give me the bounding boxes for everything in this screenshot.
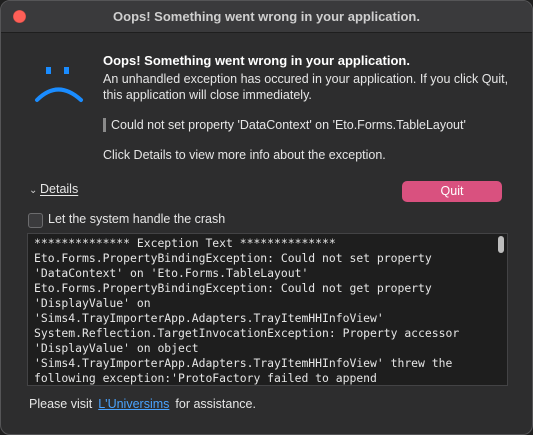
universims-link[interactable]: L'Universims xyxy=(98,397,169,411)
footer: Please visit L'Universims for assistance. xyxy=(29,397,256,411)
system-handle-checkbox[interactable] xyxy=(28,213,43,228)
title-bar: Oops! Something went wrong in your appli… xyxy=(1,1,532,33)
dialog-heading: Oops! Something went wrong in your appli… xyxy=(103,53,410,68)
chevron-down-icon: ⌄ xyxy=(29,185,38,196)
error-quote-bar xyxy=(103,118,106,132)
dialog-description: An unhandled exception has occured in yo… xyxy=(103,72,509,102)
window-title: Oops! Something went wrong in your appli… xyxy=(113,9,420,24)
quit-button[interactable]: Quit xyxy=(402,181,502,202)
sad-face-icon xyxy=(35,67,83,102)
exception-text[interactable]: ************** Exception Text **********… xyxy=(28,234,494,385)
crash-dialog-window: Oops! Something went wrong in your appli… xyxy=(0,0,533,435)
details-label: Details xyxy=(40,182,79,196)
error-message: Could not set property 'DataContext' on … xyxy=(111,118,466,132)
footer-suffix: for assistance. xyxy=(175,397,256,411)
details-hint: Click Details to view more info about th… xyxy=(103,148,386,162)
footer-prefix: Please visit xyxy=(29,397,93,411)
details-toggle[interactable]: ⌄ Details xyxy=(29,182,78,196)
system-handle-label[interactable]: Let the system handle the crash xyxy=(48,212,225,226)
exception-textarea[interactable]: ************** Exception Text **********… xyxy=(27,233,508,386)
textarea-scrollbar[interactable] xyxy=(498,236,504,253)
